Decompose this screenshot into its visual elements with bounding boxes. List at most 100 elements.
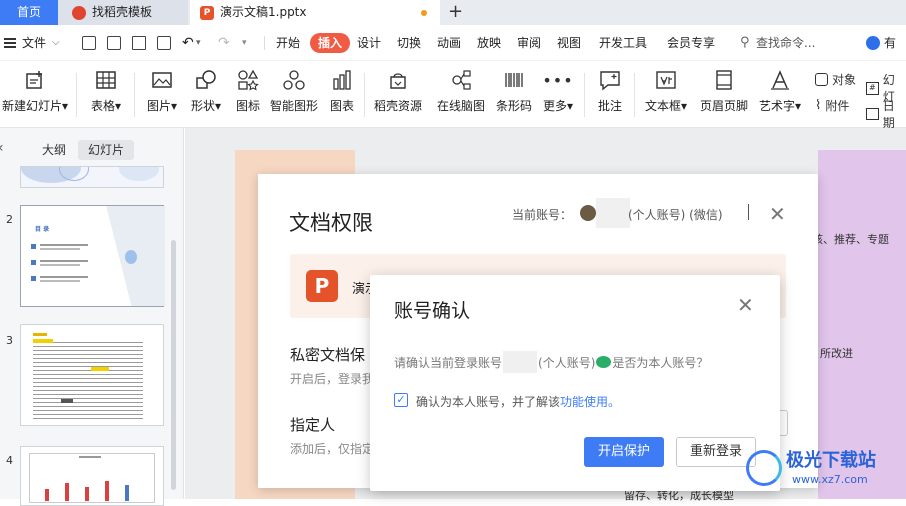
tab-document-label: 演示文稿1.pptx [220,5,307,19]
cloud-icon[interactable] [866,36,880,50]
site-watermark: 极光下载站 www.xz7.com [746,446,894,494]
slide-number-2: 2 [6,213,13,226]
wordart-button[interactable]: 艺术字▾ [755,61,805,128]
more-label: 更多 [542,99,567,113]
more-dropdown-icon[interactable]: ▾ [242,25,247,61]
docer-logo-icon [72,5,86,20]
picture-button[interactable]: 图片▾ [142,61,182,128]
slide-number-icon: # [866,81,879,95]
textbox-button[interactable]: 文本框▾ [640,61,692,128]
docer-resource-icon [387,69,409,91]
slide-number-4: 4 [6,454,13,467]
print-preview-icon[interactable] [157,36,171,50]
private-doc-title: 私密文档保 [290,346,366,364]
header-footer-button[interactable]: 页眉页脚 [697,61,751,128]
menu-slideshow[interactable]: 放映 [477,25,501,61]
tab-templates[interactable]: 找稻壳模板 [58,0,188,25]
slide-thumbnail-3[interactable] [20,324,164,426]
checkbox-label: 确认为本人账号，并了解该 [416,395,561,409]
menu-transition[interactable]: 切换 [397,25,421,61]
confirm-checkbox[interactable]: ✓ [394,393,408,407]
tab-home[interactable]: 首页 [0,0,58,25]
watermark-url: www.xz7.com [792,473,868,486]
slide-text-1: 核、推荐、专题 [812,233,889,246]
export-icon[interactable] [107,36,121,50]
question-prefix: 请确认当前登录账号 [394,355,503,370]
close-icon[interactable]: ✕ [737,295,754,315]
mindmap-label: 在线脑图 [436,99,485,113]
barcode-icon [503,69,525,91]
object-button[interactable]: 对象 [815,71,856,88]
slide-navigation-pane: ‹ 大纲 幻灯片 2 目 录 3 4 [0,128,184,506]
icon-button[interactable]: 图标 [230,61,266,128]
thumb-2-title: 目 录 [35,226,50,233]
menu-file[interactable]: 文件 [22,25,46,61]
comment-icon [599,69,621,91]
new-slide-icon [24,69,46,91]
tab-outline[interactable]: 大纲 [32,140,76,160]
pane-scrollbar[interactable] [171,240,176,490]
shape-button[interactable]: 形状▾ [186,61,226,128]
menu-review[interactable]: 审阅 [517,25,541,61]
mindmap-button[interactable]: 在线脑图 [432,61,490,128]
attachment-button[interactable]: ⌇ 附件 [815,97,849,114]
cloud-label[interactable]: 有钱 [884,25,906,86]
chevron-down-icon[interactable]: ⌵ [52,25,60,61]
print-icon[interactable] [132,36,146,50]
attachment-label: 附件 [825,99,850,113]
search-command-input[interactable]: 查找命令... [756,25,815,61]
menu-start[interactable]: 开始 [276,25,300,61]
docer-resource-button[interactable]: 稻壳资源 [370,61,426,128]
picture-label: 图片 [146,99,171,113]
relogin-button[interactable]: 重新登录 [676,437,756,467]
calendar-icon [866,108,879,120]
chart-label: 图表 [329,99,354,113]
slide-thumbnail-1[interactable] [20,166,164,188]
designated-person-desc: 添加后，仅指定 [290,442,375,456]
confirm-dialog-title: 账号确认 [394,300,471,322]
enable-protection-button[interactable]: 开启保护 [584,437,664,467]
question-account-type: (个人账号) [538,355,596,370]
slide-thumbnail-4[interactable] [20,446,164,506]
unsaved-dot-icon [421,10,427,16]
more-button[interactable]: ••• 更多▾ [538,61,578,128]
collapse-pane-icon[interactable]: ‹ [0,140,4,156]
comment-button[interactable]: 批注 [592,61,628,128]
wechat-icon [596,356,612,368]
feature-usage-link[interactable]: 功能使用。 [560,395,620,409]
tab-slides[interactable]: 幻灯片 [78,140,135,160]
menu-view[interactable]: 视图 [557,25,581,61]
object-label: 对象 [832,73,857,87]
barcode-button[interactable]: 条形码 [494,61,534,128]
docer-resource-label: 稻壳资源 [373,99,422,113]
presentation-file-icon: P [306,270,338,302]
menu-bar: 文件 ⌵ ↶ ▾ ↷ ▾ 开始 插入 设计 切换 动画 放映 审阅 视图 开发工… [0,25,906,86]
object-icon [815,73,828,86]
table-button[interactable]: 表格▾ [86,61,126,128]
insert-toolbar: 新建幻灯片▾ 表格▾ 图片▾ 形状▾ 图标 智能图形 图表 稻壳资源 在线脑图 … [0,61,906,131]
paperclip-icon: ⌇ [815,98,822,113]
slide-thumbnail-2[interactable]: 目 录 [20,205,165,307]
undo-dropdown-icon[interactable]: ▾ [196,25,201,61]
menu-animation[interactable]: 动画 [437,25,461,61]
menu-developer[interactable]: 开发工具 [599,25,647,61]
icon-label: 图标 [235,99,260,113]
new-slide-button[interactable]: 新建幻灯片▾ [0,61,70,128]
menu-design[interactable]: 设计 [357,25,381,61]
chart-button[interactable]: 图表 [324,61,360,128]
save-icon[interactable] [82,36,96,50]
date-label: 日期 [882,99,895,130]
table-icon [95,69,117,91]
current-account-label: 当前账号： [512,208,573,222]
wordart-label: 艺术字 [758,99,795,113]
presentation-icon: P [200,5,214,20]
new-tab-button[interactable]: + [448,0,463,25]
close-icon[interactable]: ✕ [769,204,786,224]
menu-member[interactable]: 会员专享 [667,25,715,61]
undo-icon[interactable]: ↶ [182,25,194,61]
redo-icon[interactable]: ↷ [218,25,230,61]
tab-document[interactable]: P 演示文稿1.pptx [190,0,440,25]
date-button[interactable]: 日期 [866,97,906,131]
menu-insert[interactable]: 插入 [310,33,351,53]
smart-graphic-button[interactable]: 智能图形 [268,61,320,128]
